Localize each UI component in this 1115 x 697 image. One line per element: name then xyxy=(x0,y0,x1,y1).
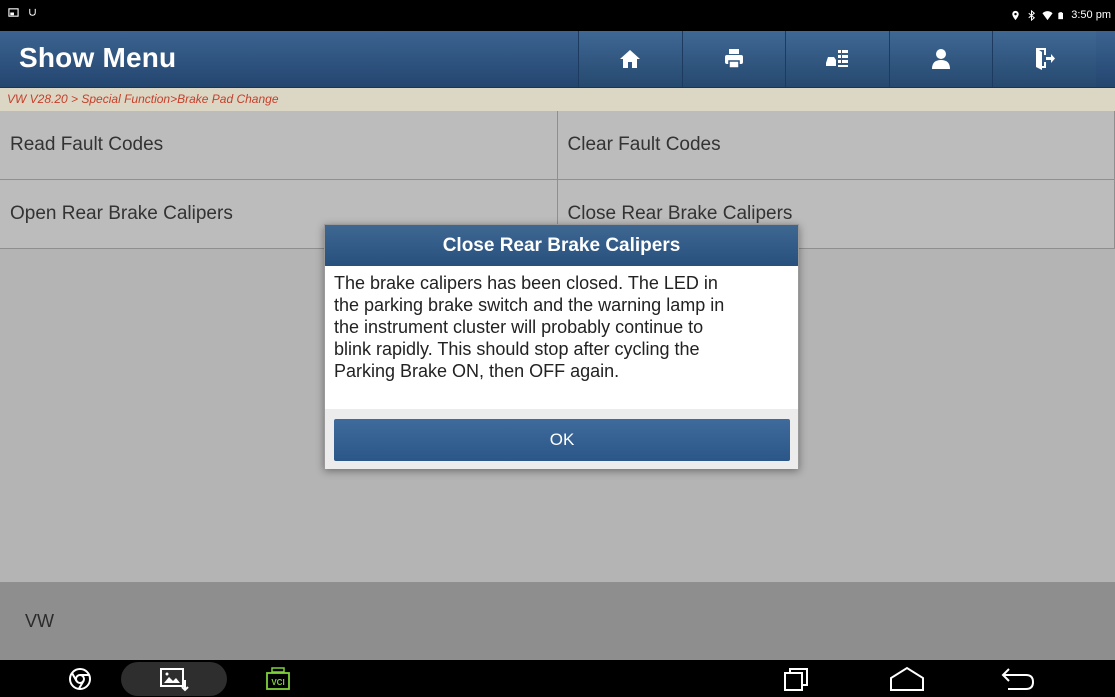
menu-item-clear-fault-codes[interactable]: Clear Fault Codes xyxy=(557,111,1115,180)
dialog-message: The brake calipers has been closed. The … xyxy=(325,266,798,409)
vci-icon: VCI xyxy=(266,667,290,690)
home-icon xyxy=(620,50,641,68)
android-nav-bar: VCI xyxy=(0,660,1115,697)
home-nav-button[interactable] xyxy=(887,664,927,694)
chrome-button[interactable] xyxy=(63,664,97,694)
home-button[interactable] xyxy=(578,31,682,87)
home-nav-icon xyxy=(890,666,924,691)
menu-row: Read Fault Codes Clear Fault Codes xyxy=(0,111,1115,180)
bluetooth-icon xyxy=(1028,9,1036,21)
ok-button[interactable]: OK xyxy=(334,419,790,461)
vci-button[interactable]: VCI xyxy=(263,664,293,694)
dialog-message-line: The brake calipers has been closed. The … xyxy=(334,273,718,293)
user-button[interactable] xyxy=(888,31,992,87)
wifi-icon xyxy=(1042,10,1053,20)
status-bar: 3:50 pm xyxy=(0,0,1115,31)
dialog-message-line: blink rapidly. This should stop after cy… xyxy=(334,339,700,359)
print-button[interactable] xyxy=(681,31,785,87)
toolbar xyxy=(578,31,1096,87)
dialog-title: Close Rear Brake Calipers xyxy=(325,225,798,266)
battery-icon xyxy=(1058,11,1064,19)
dialog-message-line: the parking brake switch and the warning… xyxy=(334,295,725,315)
breadcrumb: VW V28.20 > Special Function>Brake Pad C… xyxy=(0,88,1115,111)
gallery-button[interactable] xyxy=(154,664,194,694)
breadcrumb-text: VW V28.20 > Special Function>Brake Pad C… xyxy=(7,92,279,106)
user-icon xyxy=(931,49,950,69)
vci-label: VCI xyxy=(271,678,284,687)
usb-debug-icon xyxy=(29,8,36,16)
exit-icon xyxy=(1036,48,1056,70)
vehicle-label: VW xyxy=(25,611,54,631)
back-icon xyxy=(1001,668,1035,690)
dialog-message-line: Parking Brake ON, then OFF again. xyxy=(334,361,620,381)
recent-apps-icon xyxy=(784,668,808,691)
menu-item-read-fault-codes[interactable]: Read Fault Codes xyxy=(0,111,558,180)
recent-apps-button[interactable] xyxy=(779,664,813,694)
vehicle-report-icon xyxy=(826,50,849,67)
dialog-message-line: the instrument cluster will probably con… xyxy=(334,317,704,337)
dialog-footer: OK xyxy=(325,409,798,469)
print-icon xyxy=(724,49,743,69)
exit-button[interactable] xyxy=(992,31,1096,87)
screenshot-icon xyxy=(8,8,19,17)
gallery-icon xyxy=(160,668,189,692)
location-icon xyxy=(1012,10,1019,20)
page-title: Show Menu xyxy=(19,42,177,73)
vehicle-report-button[interactable] xyxy=(785,31,889,87)
vehicle-footer: VW xyxy=(0,582,1115,660)
message-dialog: Close Rear Brake Calipers The brake cali… xyxy=(324,224,799,469)
status-time: 3:50 pm xyxy=(1071,9,1111,21)
app-header: Show Menu xyxy=(0,31,1115,88)
back-button[interactable] xyxy=(998,664,1038,694)
chrome-icon xyxy=(69,668,91,690)
